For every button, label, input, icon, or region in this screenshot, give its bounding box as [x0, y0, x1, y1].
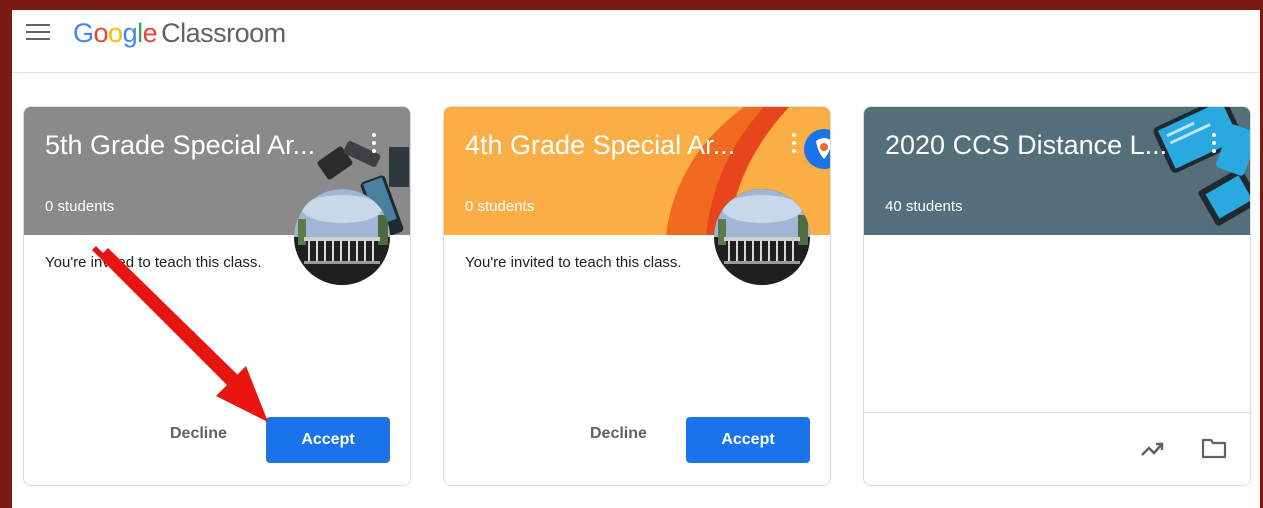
class-title[interactable]: 5th Grade Special Ar...: [45, 127, 315, 163]
invite-message: You're invited to teach this class.: [45, 254, 262, 271]
decline-button[interactable]: Decline: [590, 425, 647, 443]
class-card-4th-grade: 4th Grade Special Ar... 0 students You'r…: [443, 106, 831, 486]
invite-message: You're invited to teach this class.: [465, 254, 682, 271]
accept-button[interactable]: Accept: [266, 417, 390, 463]
logo-letter: e: [142, 18, 158, 48]
classroom-page: Google Classroom 5th Grade Special Ar... …: [12, 10, 1260, 508]
logo-letter: G: [73, 18, 94, 48]
card-footer-divider: [864, 412, 1250, 413]
main-menu-icon[interactable]: [26, 24, 50, 42]
class-card-header[interactable]: 2020 CCS Distance L... 40 students: [864, 107, 1250, 235]
class-card-5th-grade: 5th Grade Special Ar... 0 students You'r…: [23, 106, 411, 486]
student-count: 0 students: [45, 198, 115, 215]
folder-icon[interactable]: [1200, 436, 1228, 460]
accept-button[interactable]: Accept: [686, 417, 810, 463]
product-name: Classroom: [161, 18, 286, 48]
class-card-2020-ccs: 2020 CCS Distance L... 40 students: [863, 106, 1251, 486]
student-count: 0 students: [465, 198, 535, 215]
class-title[interactable]: 2020 CCS Distance L...: [885, 127, 1167, 163]
teacher-photo: [294, 189, 390, 285]
top-app-bar: Google Classroom: [12, 10, 1260, 73]
teacher-avatar: [714, 189, 810, 285]
class-title[interactable]: 4th Grade Special Ar...: [465, 127, 735, 163]
more-options-icon[interactable]: [368, 131, 380, 157]
more-options-icon[interactable]: [788, 131, 800, 157]
logo-letter: o: [108, 18, 123, 48]
teacher-photo: [714, 189, 810, 285]
logo-letter: g: [122, 18, 138, 48]
student-count: 40 students: [885, 198, 963, 215]
logo-letter: o: [93, 18, 109, 48]
trending-up-icon[interactable]: [1140, 439, 1166, 459]
decline-button[interactable]: Decline: [170, 425, 227, 443]
teacher-avatar: [294, 189, 390, 285]
more-options-icon[interactable]: [1208, 131, 1220, 157]
google-classroom-logo[interactable]: Google Classroom: [73, 16, 286, 50]
